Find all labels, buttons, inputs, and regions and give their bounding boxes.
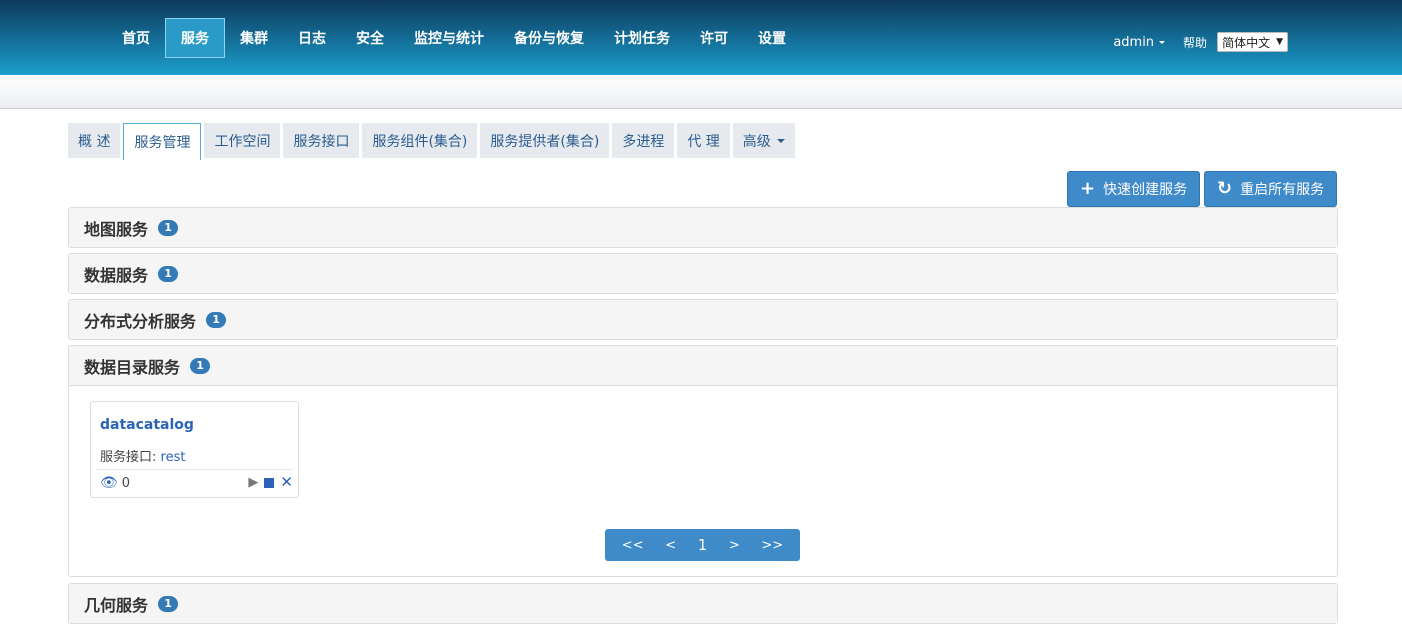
refresh-icon: ↻ bbox=[1217, 178, 1233, 199]
panel-header[interactable]: 数据目录服务 1 bbox=[69, 346, 1337, 385]
main-nav: 首页 服务 集群 日志 安全 监控与统计 备份与恢复 计划任务 许可 设置 bbox=[107, 18, 801, 58]
dropdown-arrow-icon: ▼ bbox=[1276, 37, 1283, 47]
nav-home[interactable]: 首页 bbox=[107, 18, 165, 58]
restart-all-services-button[interactable]: ↻ 重启所有服务 bbox=[1204, 171, 1338, 207]
nav-services[interactable]: 服务 bbox=[165, 18, 225, 58]
page-first-button[interactable]: << bbox=[618, 538, 648, 553]
tab-advanced-label: 高级 bbox=[742, 133, 771, 150]
user-name: admin bbox=[1113, 34, 1155, 50]
panel-title: 地图服务 bbox=[84, 219, 149, 239]
page-next-button[interactable]: > bbox=[725, 538, 744, 553]
view-count: 👁 0 bbox=[100, 475, 130, 491]
delete-icon[interactable]: ✕ bbox=[280, 475, 293, 490]
panel-header[interactable]: 分布式分析服务 1 bbox=[69, 300, 1337, 339]
caret-down-icon bbox=[776, 138, 785, 143]
nav-backup[interactable]: 备份与恢复 bbox=[499, 18, 599, 58]
play-icon[interactable]: ▶ bbox=[248, 476, 258, 489]
user-menu[interactable]: admin bbox=[1113, 34, 1166, 50]
nav-settings[interactable]: 设置 bbox=[743, 18, 801, 58]
service-name-link[interactable]: datacatalog bbox=[100, 417, 194, 433]
page-last-button[interactable]: >> bbox=[757, 538, 787, 553]
count-badge: 1 bbox=[206, 311, 227, 328]
panel-body: datacatalog 服务接口: rest 👁 0 ▶ ✕ << < 1 > … bbox=[69, 385, 1337, 576]
panel-title: 几何服务 bbox=[84, 595, 149, 615]
stop-icon[interactable] bbox=[264, 477, 275, 488]
count-badge: 1 bbox=[190, 357, 211, 374]
panel-distributed-analysis-services: 分布式分析服务 1 bbox=[68, 299, 1338, 340]
user-area: admin 帮助 简体中文 ▼ bbox=[1113, 32, 1288, 52]
view-count-value: 0 bbox=[121, 475, 131, 491]
tab-service-components[interactable]: 服务组件(集合) bbox=[362, 123, 478, 158]
caret-down-icon bbox=[1159, 40, 1166, 44]
help-link[interactable]: 帮助 bbox=[1183, 34, 1207, 51]
tab-workspace[interactable]: 工作空间 bbox=[204, 123, 281, 158]
panel-map-services: 地图服务 1 bbox=[68, 207, 1338, 248]
nav-license[interactable]: 许可 bbox=[685, 18, 743, 58]
language-value: 简体中文 bbox=[1222, 35, 1271, 50]
page-prev-button[interactable]: < bbox=[661, 538, 680, 553]
service-interface-value[interactable]: rest bbox=[161, 450, 186, 465]
panel-header[interactable]: 数据服务 1 bbox=[69, 254, 1337, 293]
card-actions: ▶ ✕ bbox=[242, 475, 293, 490]
panel-header[interactable]: 地图服务 1 bbox=[69, 208, 1337, 247]
count-badge: 1 bbox=[158, 595, 179, 612]
language-select[interactable]: 简体中文 ▼ bbox=[1217, 32, 1288, 52]
tab-proxy[interactable]: 代 理 bbox=[677, 123, 730, 158]
nav-logs[interactable]: 日志 bbox=[283, 18, 341, 58]
tab-multi-process[interactable]: 多进程 bbox=[612, 123, 675, 158]
eye-icon: 👁 bbox=[100, 475, 118, 491]
tab-service-interface[interactable]: 服务接口 bbox=[283, 123, 360, 158]
sub-header-bar bbox=[0, 75, 1402, 109]
service-card: datacatalog 服务接口: rest 👁 0 ▶ ✕ bbox=[90, 401, 299, 498]
count-badge: 1 bbox=[158, 219, 179, 236]
pagination: << < 1 > >> bbox=[605, 529, 800, 561]
panel-title: 数据目录服务 bbox=[84, 357, 181, 377]
tab-overview[interactable]: 概 述 bbox=[68, 123, 121, 158]
nav-monitoring[interactable]: 监控与统计 bbox=[399, 18, 499, 58]
plus-icon: + bbox=[1080, 178, 1096, 199]
card-divider bbox=[96, 469, 293, 470]
quick-create-service-button[interactable]: + 快速创建服务 bbox=[1067, 171, 1201, 207]
page-current[interactable]: 1 bbox=[694, 536, 712, 554]
nav-security[interactable]: 安全 bbox=[341, 18, 399, 58]
panel-data-catalog-services: 数据目录服务 1 datacatalog 服务接口: rest 👁 0 ▶ ✕ … bbox=[68, 345, 1338, 577]
tab-service-management[interactable]: 服务管理 bbox=[123, 123, 202, 160]
nav-scheduled-tasks[interactable]: 计划任务 bbox=[599, 18, 685, 58]
panel-title: 数据服务 bbox=[84, 265, 149, 285]
service-interface-line: 服务接口: rest bbox=[100, 446, 185, 465]
tab-advanced[interactable]: 高级 bbox=[732, 123, 795, 158]
restart-all-label: 重启所有服务 bbox=[1240, 182, 1325, 198]
service-interface-label: 服务接口: bbox=[100, 450, 157, 465]
panel-geometry-services: 几何服务 1 bbox=[68, 583, 1338, 624]
panel-header[interactable]: 几何服务 1 bbox=[69, 584, 1337, 623]
quick-create-label: 快速创建服务 bbox=[1103, 182, 1188, 198]
tab-service-providers[interactable]: 服务提供者(集合) bbox=[480, 123, 610, 158]
nav-cluster[interactable]: 集群 bbox=[225, 18, 283, 58]
count-badge: 1 bbox=[158, 265, 179, 282]
top-navbar: 首页 服务 集群 日志 安全 监控与统计 备份与恢复 计划任务 许可 设置 ad… bbox=[0, 0, 1402, 75]
service-tabs: 概 述 服务管理 工作空间 服务接口 服务组件(集合) 服务提供者(集合) 多进… bbox=[68, 123, 798, 160]
panel-data-services: 数据服务 1 bbox=[68, 253, 1338, 294]
panel-title: 分布式分析服务 bbox=[84, 311, 197, 331]
